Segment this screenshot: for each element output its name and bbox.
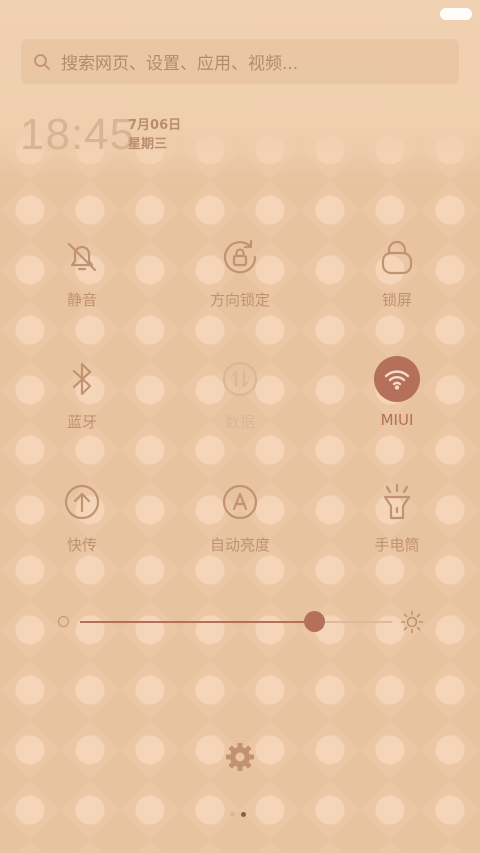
wifi-icon xyxy=(374,356,420,402)
toggle-mute[interactable]: 静音 xyxy=(7,237,157,310)
toggle-quick-send[interactable]: 快传 xyxy=(7,482,157,555)
search-bar[interactable]: 搜索网页、设置、应用、视频... xyxy=(21,39,459,84)
toggle-flashlight[interactable]: 手电筒 xyxy=(322,482,472,555)
toggle-auto-brightness[interactable]: 自动亮度 xyxy=(165,482,315,555)
toggle-label: 自动亮度 xyxy=(209,536,270,554)
upload-icon xyxy=(62,482,102,522)
brightness-slider[interactable] xyxy=(58,610,424,634)
toggle-label: 方向锁定 xyxy=(209,291,270,309)
toggle-lock-screen[interactable]: 锁屏 xyxy=(322,237,472,310)
weekday-label: 星期三 xyxy=(128,137,168,152)
bluetooth-icon xyxy=(62,359,102,399)
brightness-high-icon xyxy=(400,610,424,638)
toggle-label: 静音 xyxy=(66,291,97,309)
toggle-mobile-data[interactable]: 数据 xyxy=(165,359,315,432)
date-label: 7月06日 xyxy=(128,118,182,133)
lock-icon xyxy=(377,237,417,277)
toggle-label: 数据 xyxy=(224,413,255,431)
toggle-rotation-lock[interactable]: 方向锁定 xyxy=(165,237,315,310)
clock-date[interactable]: 7月06日 星期三 xyxy=(128,116,181,154)
page-dot xyxy=(241,812,246,817)
toggle-wifi[interactable]: MIUI xyxy=(322,356,472,429)
mobile-data-icon xyxy=(220,359,260,399)
brightness-low-icon xyxy=(58,616,69,627)
page-indicator xyxy=(230,812,246,817)
toggle-label: 快传 xyxy=(66,536,97,554)
toggle-bluetooth[interactable]: 蓝牙 xyxy=(7,359,157,432)
toggle-label: 手电筒 xyxy=(374,536,420,554)
brightness-fill xyxy=(80,621,314,623)
bell-off-icon xyxy=(62,237,102,277)
page-dot xyxy=(230,812,235,817)
toggle-label: 蓝牙 xyxy=(66,413,97,431)
search-placeholder: 搜索网页、设置、应用、视频... xyxy=(61,54,299,74)
toggle-label: 锁屏 xyxy=(381,291,412,309)
auto-brightness-icon xyxy=(220,482,260,522)
battery-indicator xyxy=(440,8,472,20)
toggle-label: MIUI xyxy=(380,411,414,429)
settings-gear-icon[interactable] xyxy=(224,741,256,777)
flashlight-icon xyxy=(377,482,417,522)
rotation-lock-icon xyxy=(220,237,260,277)
clock-time[interactable]: 18:45 xyxy=(20,110,135,160)
search-icon xyxy=(33,53,51,71)
brightness-handle[interactable] xyxy=(304,611,325,632)
